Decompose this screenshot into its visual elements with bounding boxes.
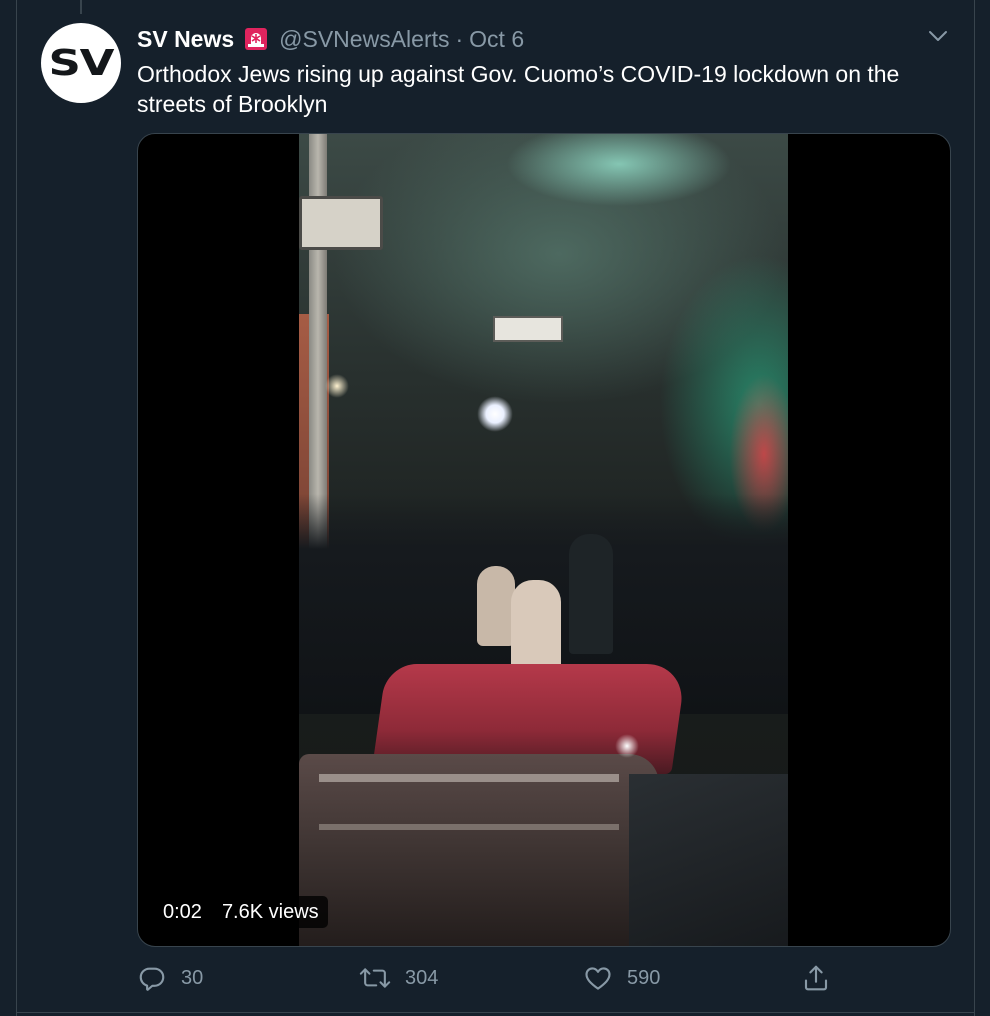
one-way-sign	[299, 196, 383, 250]
tweet[interactable]: SV SV News @SVNewsAlerts · Oct 6 Orthodo…	[17, 0, 974, 1012]
author-handle[interactable]: @SVNewsAlerts	[279, 26, 449, 53]
like-button[interactable]: 590	[583, 960, 660, 996]
tweet-page: SV SV News @SVNewsAlerts · Oct 6 Orthodo…	[0, 0, 990, 1016]
foreground-car	[299, 754, 659, 946]
like-count: 590	[627, 966, 661, 989]
avatar[interactable]: SV	[41, 23, 121, 103]
video-frame	[299, 134, 788, 946]
retweet-icon	[359, 963, 391, 993]
header-separator: ·	[455, 25, 464, 52]
tweet-bottom-border	[16, 1012, 975, 1013]
street-sign	[493, 316, 563, 342]
reply-icon	[137, 963, 167, 993]
column-right-border	[974, 0, 975, 1016]
tweet-text: Orthodox Jews rising up against Gov. Cuo…	[137, 61, 900, 117]
video-player[interactable]: 0:02 7.6K views	[137, 133, 951, 947]
tweet-date[interactable]: Oct 6	[469, 26, 524, 53]
retweet-button[interactable]: 304	[359, 960, 438, 996]
avatar-logo-text: SV	[48, 42, 115, 84]
share-icon	[801, 963, 831, 993]
video-meta-badge: 0:02 7.6K views	[154, 896, 328, 928]
share-button[interactable]	[801, 960, 831, 996]
video-views: 7.6K views	[221, 900, 319, 923]
author-name[interactable]: SV News	[137, 26, 234, 53]
video-duration: 0:02	[163, 900, 202, 923]
action-bar: 30 304 590	[137, 960, 837, 996]
street-lamp	[477, 396, 513, 432]
reply-count: 30	[181, 966, 204, 989]
reply-button[interactable]: 30	[137, 960, 203, 996]
heart-icon	[583, 963, 613, 993]
rotating-light-icon	[243, 26, 269, 52]
chevron-down-icon[interactable]	[926, 26, 950, 46]
retweet-count: 304	[405, 966, 439, 989]
tweet-header: SV News @SVNewsAlerts · Oct 6	[137, 24, 524, 54]
